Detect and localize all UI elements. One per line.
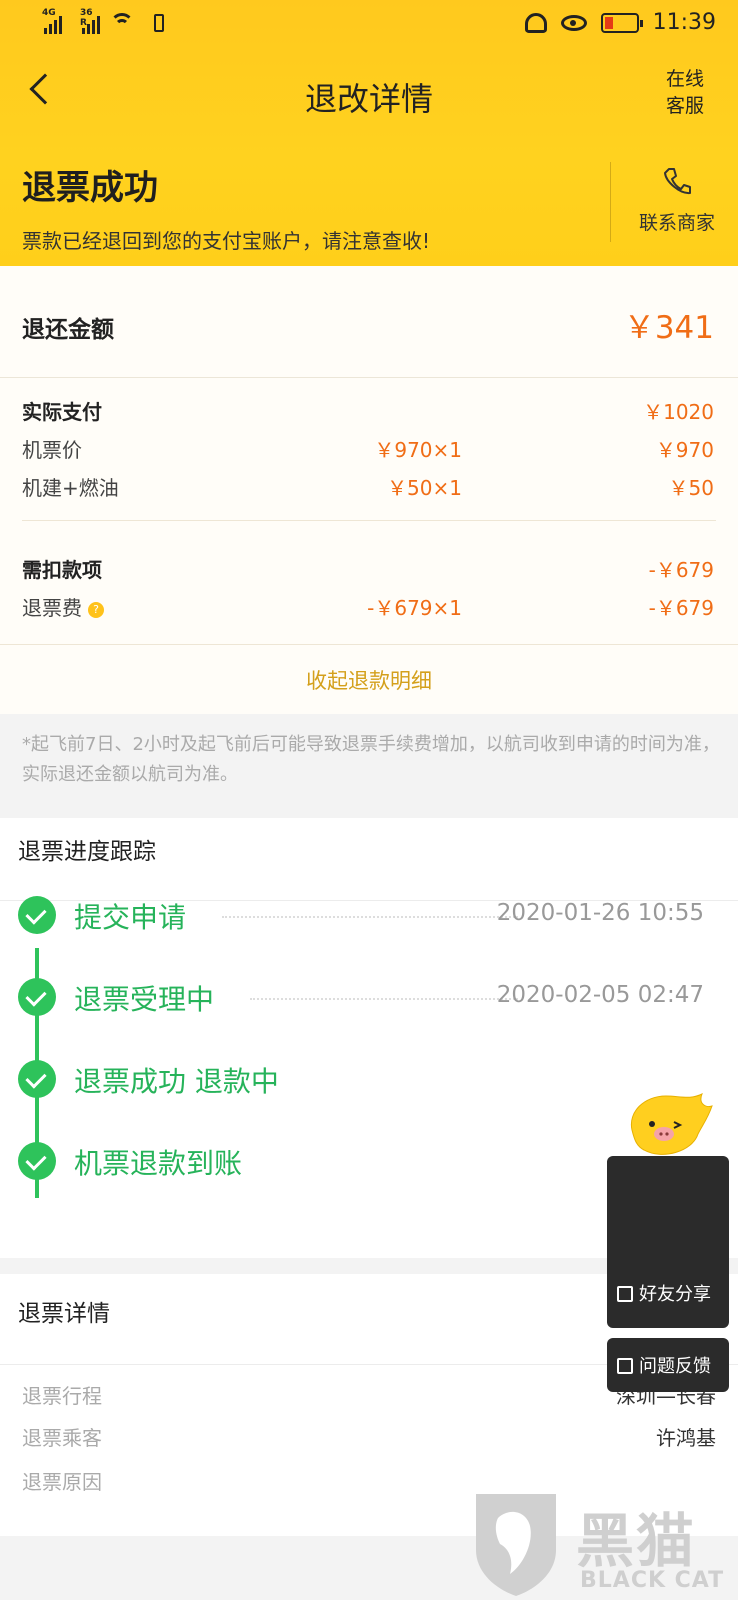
network-type-label: 4G xyxy=(42,8,56,18)
status-title: 退票成功 xyxy=(22,168,158,208)
step-time: 2020-02-05 02:47 xyxy=(496,982,704,1008)
refund-amount-value: ￥341 xyxy=(623,310,714,346)
paid-label: 实际支付 xyxy=(22,400,102,424)
share-friends-button[interactable]: 好友分享 xyxy=(617,1280,711,1306)
line-item-row: 机建+燃油 ￥50×1 ￥50 xyxy=(0,468,738,506)
line-item-row: 退票费? -￥679×1 -￥679 xyxy=(0,588,738,626)
line-item-label: 退票费 xyxy=(22,596,82,620)
collapse-details-button[interactable]: 收起退款明细 xyxy=(0,665,738,695)
line-item-unit: -￥679×1 xyxy=(367,596,462,620)
signal-icon-2: 36 R xyxy=(80,8,100,34)
line-item-row: 机票价 ￥970×1 ￥970 xyxy=(0,430,738,468)
battery-alert-icon xyxy=(154,14,164,32)
check-circle-icon xyxy=(18,896,56,934)
refund-amount-row: 退还金额 ￥341 xyxy=(0,266,738,378)
step-label: 退票受理中 xyxy=(74,983,215,1016)
page-title: 退改详情 xyxy=(304,80,433,118)
dotted-leader xyxy=(222,916,518,918)
online-customer-service-button[interactable]: 在线客服 xyxy=(662,66,708,120)
refund-fee-label-wrap: 退票费? xyxy=(22,592,104,621)
check-circle-icon xyxy=(18,1060,56,1098)
detail-key: 退票乘客 xyxy=(22,1426,102,1450)
divider xyxy=(22,520,716,521)
watermark-subtext: BLACK CAT xyxy=(580,1568,725,1593)
step-time: 2020-01-26 10:55 xyxy=(496,900,704,926)
help-icon[interactable]: ? xyxy=(88,602,104,618)
collapse-details-row: 收起退款明细 xyxy=(0,644,738,714)
refund-breakdown: 实际支付 ￥1020 机票价 ￥970×1 ￥970 机建+燃油 ￥50×1 ￥… xyxy=(0,392,738,626)
step-label: 退票成功 退款中 xyxy=(74,1065,279,1098)
line-item-label: 机票价 xyxy=(22,438,82,462)
status-bar: 4G 36 R 11:39 xyxy=(0,0,738,50)
share-label: 好友分享 xyxy=(639,1284,711,1305)
contact-merchant-button[interactable]: 联系商家 xyxy=(624,166,730,235)
share-icon xyxy=(617,1286,633,1302)
deductions-total: -￥679 xyxy=(648,558,714,582)
divider xyxy=(610,162,611,242)
mascot-icon[interactable] xyxy=(622,1090,718,1162)
deductions-label: 需扣款项 xyxy=(22,558,102,582)
feedback-item: 问题反馈 xyxy=(617,1352,711,1378)
line-item-total: ￥970 xyxy=(655,438,714,462)
line-item-unit: ￥970×1 xyxy=(374,438,462,462)
refund-amount-card: 退还金额 ￥341 实际支付 ￥1020 机票价 ￥970×1 ￥970 机建+… xyxy=(0,266,738,714)
floating-panel: 好友分享 xyxy=(607,1156,729,1328)
progress-title: 退票进度跟踪 xyxy=(18,839,156,865)
chat-bubble-icon xyxy=(617,1358,633,1374)
header-banner: 4G 36 R 11:39 退改详情 在线客服 退票成功 票款已经退回到您的支付… xyxy=(0,0,738,266)
refund-amount-label: 退还金额 xyxy=(22,317,114,343)
progress-step: 提交申请 2020-01-26 10:55 xyxy=(18,896,738,936)
step-label: 机票退款到账 xyxy=(74,1147,243,1180)
paid-total-row: 实际支付 ￥1020 xyxy=(0,392,738,430)
refund-status: 退票成功 票款已经退回到您的支付宝账户，请注意查收! xyxy=(22,160,430,254)
eye-icon xyxy=(560,14,587,31)
contact-merchant-label: 联系商家 xyxy=(638,212,715,234)
wifi-icon xyxy=(110,13,134,33)
phone-icon xyxy=(663,166,691,196)
status-subtitle: 票款已经退回到您的支付宝账户，请注意查收! xyxy=(22,229,431,253)
details-title: 退票详情 xyxy=(18,1301,110,1327)
paid-total: ￥1020 xyxy=(643,400,714,424)
dotted-leader xyxy=(250,998,518,1000)
line-item-label: 机建+燃油 xyxy=(22,476,119,500)
feedback-button[interactable]: 问题反馈 xyxy=(607,1338,729,1392)
check-circle-icon xyxy=(18,978,56,1016)
network-type-label-2: 36 R xyxy=(80,8,93,28)
line-item-unit: ￥50×1 xyxy=(387,476,462,500)
detail-row: 退票乘客 许鸿基 xyxy=(0,1416,738,1456)
clock: 11:39 xyxy=(652,10,716,35)
detail-key: 退票行程 xyxy=(22,1384,102,1408)
watermark-text: 黑猫 xyxy=(576,1507,697,1575)
check-circle-icon xyxy=(18,1142,56,1180)
feedback-label: 问题反馈 xyxy=(639,1356,711,1377)
watermark: 黑猫 BLACK CAT xyxy=(468,1488,738,1600)
cat-shield-logo xyxy=(476,1494,556,1596)
nav-bar: 退改详情 在线客服 xyxy=(0,56,738,136)
step-label: 提交申请 xyxy=(74,901,187,934)
detail-key: 退票原因 xyxy=(22,1470,102,1494)
battery-icon xyxy=(600,12,643,33)
line-item-total: ￥50 xyxy=(668,476,714,500)
line-item-total: -￥679 xyxy=(648,596,714,620)
headset-icon xyxy=(524,12,547,33)
detail-value: 许鸿基 xyxy=(656,1426,716,1450)
progress-step: 退票受理中 2020-02-05 02:47 xyxy=(18,978,738,1018)
deductions-total-row: 需扣款项 -￥679 xyxy=(0,550,738,588)
signal-icon: 4G xyxy=(42,8,62,34)
refund-note: *起飞前7日、2小时及起飞前后可能导致退票手续费增加，以航司收到申请的时间为准，… xyxy=(22,734,720,785)
